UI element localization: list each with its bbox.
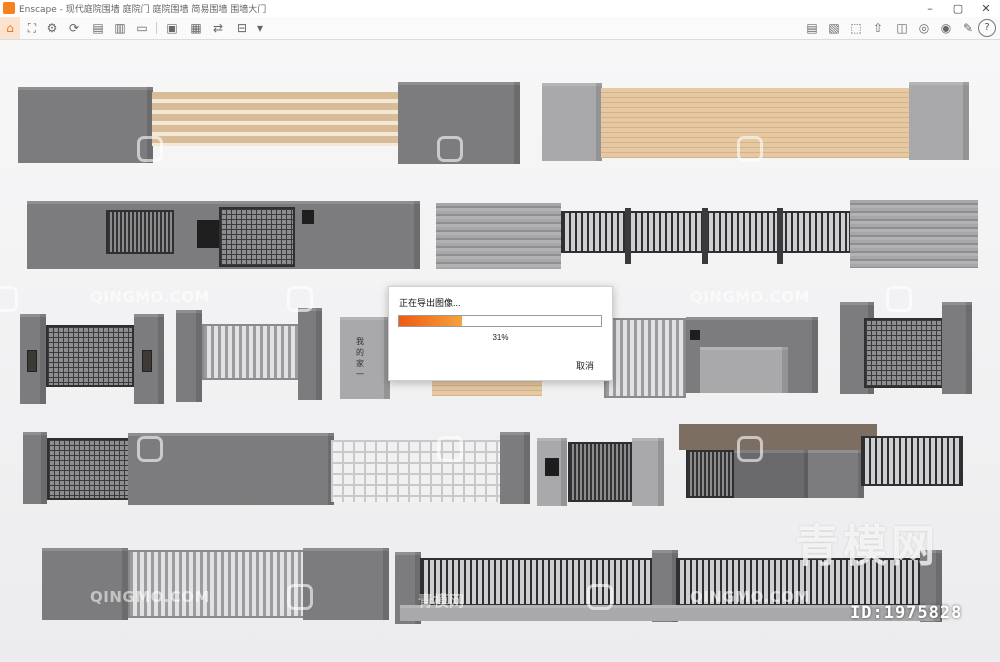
enscape-app-icon: [3, 2, 15, 14]
watermark-logo-icon: [137, 436, 163, 462]
view-icon[interactable]: ◉: [938, 20, 954, 36]
window-title: Enscape - 现代庭院围墙 庭院门 庭院围墙 简易围墙 围墙大门: [19, 5, 267, 15]
asset-library-icon[interactable]: ▤: [804, 20, 820, 36]
watermark-logo-icon: [0, 286, 18, 312]
export-progress-fill: [399, 316, 462, 326]
sync-icon[interactable]: ⟳: [66, 20, 82, 36]
export-icon[interactable]: ▭: [134, 20, 150, 36]
help-icon[interactable]: ?: [978, 19, 996, 37]
vr-icon[interactable]: ◫: [894, 20, 910, 36]
watermark-logo-icon: [437, 436, 463, 462]
upload-icon[interactable]: ⇧: [870, 20, 886, 36]
minimize-button[interactable]: –: [916, 0, 944, 17]
watermark-text: QINGMO.COM: [690, 588, 810, 606]
buildings-icon[interactable]: ▥: [112, 20, 128, 36]
watermark-text: QINGMO.COM: [690, 288, 810, 306]
fullscreen-icon[interactable]: ⛶: [24, 20, 40, 36]
watermark-logo-icon: [737, 136, 763, 162]
watermark-logo-icon: [287, 584, 313, 610]
dialog-title: 正在导出图像...: [399, 298, 461, 308]
home-icon[interactable]: ⌂: [0, 17, 20, 39]
watermark-logo-icon: [587, 584, 613, 610]
watermark-text: QINGMO.COM: [90, 288, 210, 306]
watermark-logo-icon: [886, 286, 912, 312]
watermark-logo-icon: [737, 436, 763, 462]
toolbar: ⌂ ⛶ ⚙ ⟳ ▤ ▥ ▭ ▣ ▦ ⇄ ⊟ ▾ ▤ ▧ ⬚ ⇧ ◫ ◎ ◉ ✎ …: [0, 17, 1000, 40]
material-editor-icon[interactable]: ▧: [826, 20, 842, 36]
cancel-button[interactable]: 取消: [576, 359, 594, 372]
watermark-logo-icon: [437, 136, 463, 162]
title-bar: Enscape - 现代庭院围墙 庭院门 庭院围墙 简易围墙 围墙大门 – ▢ …: [0, 0, 1000, 18]
video-icon[interactable]: ⊟: [234, 20, 250, 36]
capture-icon[interactable]: ◎: [916, 20, 932, 36]
dropdown-icon[interactable]: ▾: [252, 20, 268, 36]
watermark-big: 青模网: [795, 521, 939, 572]
watermark-logo-icon: [287, 286, 313, 312]
maximize-button[interactable]: ▢: [944, 0, 972, 17]
document-icon[interactable]: ▤: [90, 20, 106, 36]
panorama-icon[interactable]: ⇄: [210, 20, 226, 36]
export-progress-dialog: 正在导出图像... 31% 取消: [388, 286, 613, 381]
watermark-logo-icon: [137, 136, 163, 162]
objects-icon[interactable]: ⬚: [848, 20, 864, 36]
progress-percent-label: 31%: [492, 333, 509, 342]
batch-render-icon[interactable]: ▦: [188, 20, 204, 36]
wall-sign-text: 我的家一: [356, 337, 364, 379]
watermark-text: QINGMO.COM: [90, 588, 210, 606]
watermark-id: ID:1975828: [850, 603, 963, 623]
export-progress-bar: [398, 315, 602, 327]
feedback-icon[interactable]: ✎: [960, 20, 976, 36]
watermark-text-cn: 青模网: [418, 592, 465, 610]
settings-icon[interactable]: ⚙: [44, 20, 60, 36]
close-button[interactable]: ✕: [972, 0, 1000, 17]
screenshot-icon[interactable]: ▣: [164, 20, 180, 36]
